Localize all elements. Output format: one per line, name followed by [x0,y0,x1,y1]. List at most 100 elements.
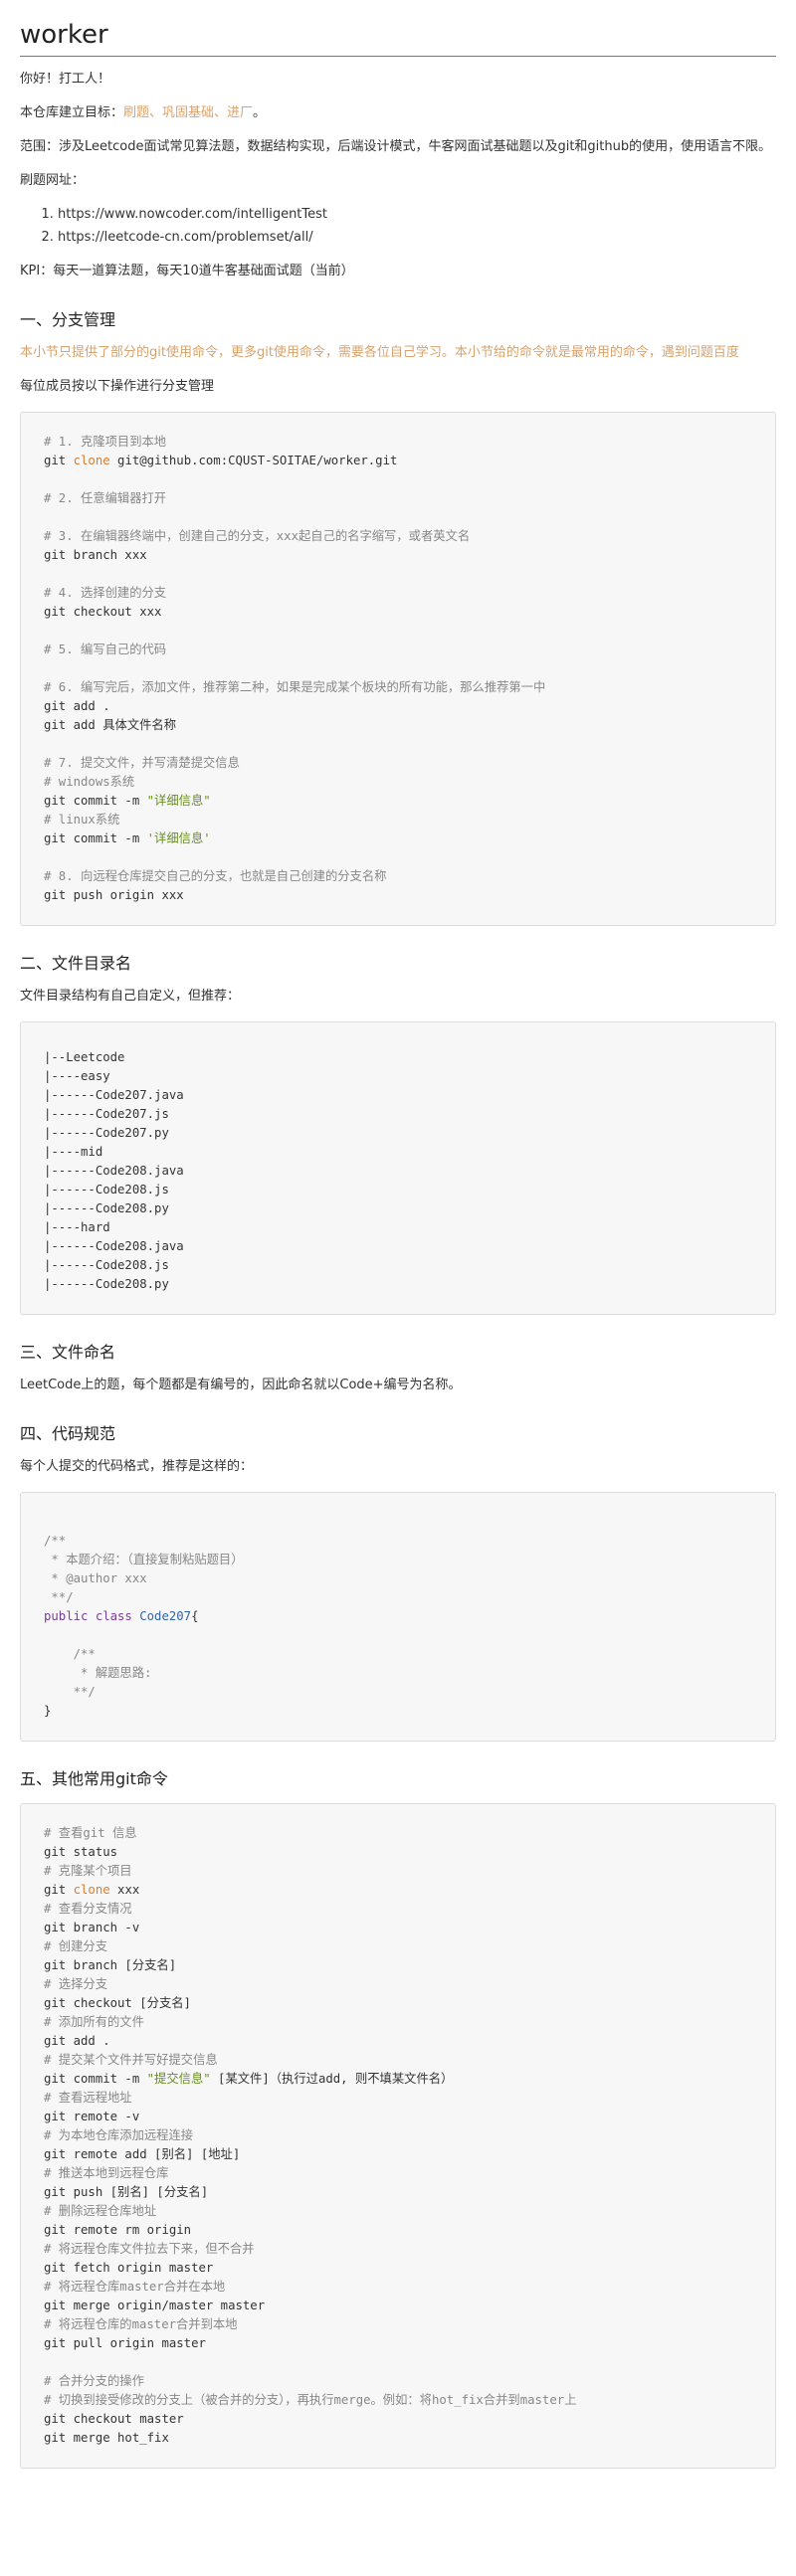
readme-page: worker 你好！打工人！ 本仓库建立目标：刷题、巩固基础、进厂。 范围：涉及… [0,0,796,2469]
code-token: |------Code208.py [44,1277,169,1291]
code-block-git-commands: # 查看git 信息 git status # 克隆某个项目 git clone xx… [20,1803,776,2469]
code-line: # 7. 提交文件，并写清楚提交信息 [44,754,752,773]
code-line: git checkout [分支名] [44,1994,752,2013]
code-token: git pull origin master [44,2336,206,2350]
code-token: # 8. 向远程仓库提交自己的分支，也就是自己创建的分支名称 [44,869,387,883]
code-line: git commit -m "详细信息" [44,792,752,811]
section4-heading: 四、代码规范 [20,1424,116,1443]
code-token: git checkout [分支名] [44,1996,191,2010]
code-token: # 克隆某个项目 [44,1864,132,1878]
code-line: git add 具体文件名称 [44,716,752,735]
code-line: git commit -m "提交信息" [某文件]（执行过add, 则不填某文… [44,2070,752,2089]
code-line: git push [别名] [分支名] [44,2183,752,2202]
code-token: git merge origin/master master [44,2299,266,2312]
code-line: git clone xxx [44,1881,752,1900]
code-token: { [191,1609,199,1623]
code-line: |------Code208.py [44,1199,752,1218]
code-line: git remote rm origin [44,2221,752,2240]
code-block-directory: |--Leetcode |----easy |------Code207.java |… [20,1021,776,1315]
code-line: } [44,1702,752,1721]
code-token: # 查看分支情况 [44,1902,132,1916]
section2-intro: 文件目录结构有自己自定义，但推荐： [20,989,241,1004]
code-line: # 合并分支的操作 [44,2372,752,2391]
code-token: /** [44,1647,96,1661]
code-line: * @author xxx [44,1569,752,1588]
goal-suffix: 。 [253,105,267,120]
code-token: "详细信息" [146,794,211,808]
code-line: # 查看远程地址 [44,2089,752,2108]
code-token: # 合并分支的操作 [44,2374,144,2388]
code-token: git add 具体文件名称 [44,718,177,732]
code-line: **/ [44,1588,752,1607]
code-line: git checkout master [44,2410,752,2429]
code-token: git remote add [别名] [地址] [44,2147,241,2161]
code-token: # 4. 选择创建的分支 [44,586,167,600]
code-token: |------Code208.py [44,1201,169,1215]
code-line: git branch xxx [44,546,752,565]
code-token: |------Code208.js [44,1258,169,1272]
code-line: # 为本地仓库添加远程连接 [44,2126,752,2145]
goal-prefix: 本仓库建立目标： [20,105,124,120]
code-token: git branch -v [44,1921,140,1934]
code-line: # 4. 选择创建的分支 [44,584,752,603]
code-token: clone [73,1883,110,1897]
code-token: xxx [109,1883,140,1897]
section2-heading: 二、文件目录名 [20,954,132,973]
code-token: git branch [分支名] [44,1958,177,1972]
code-line: |------Code208.js [44,1256,752,1275]
goal-text: 本仓库建立目标：刷题、巩固基础、进厂。 [20,102,776,124]
code-token: |------Code207.java [44,1088,184,1102]
code-token: # 将远程仓库文件拉去下来，但不合并 [44,2242,255,2256]
code-token: [某文件]（执行过add, 则不填某文件名） [210,2072,454,2086]
code-token: # 提交某个文件并写好提交信息 [44,2053,218,2067]
code-token: git add . [44,699,110,713]
code-token: # 选择分支 [44,1977,107,1991]
code-token: # 切换到接受修改的分支上（被合并的分支），再执行merge。例如：将hot_f… [44,2393,577,2407]
code-line: # 5. 编写自己的代码 [44,641,752,659]
code-line: * 本题介绍：（直接复制粘贴题目） [44,1551,752,1569]
code-token: |--Leetcode [44,1050,125,1064]
code-line: |------Code208.java [44,1162,752,1181]
code-token: '详细信息' [146,831,211,845]
code-token: git@github.com:CQUST-SOITAE/worker.git [109,454,398,467]
code-token: # 为本地仓库添加远程连接 [44,2128,194,2142]
code-token: # 推送本地到远程仓库 [44,2166,169,2180]
code-token: # 创建分支 [44,1939,107,1953]
code-token: # 查看git 信息 [44,1826,137,1840]
code-token: git remote rm origin [44,2223,192,2237]
code-line: git remote -v [44,2108,752,2126]
code-line: |------Code207.js [44,1105,752,1124]
code-line: |------Code208.js [44,1181,752,1199]
code-token: git commit -m [44,831,147,845]
code-line: # 将远程仓库文件拉去下来，但不合并 [44,2240,752,2259]
code-line: # 推送本地到远程仓库 [44,2164,752,2183]
code-line: # 创建分支 [44,1937,752,1956]
site-link[interactable]: https://leetcode-cn.com/problemset/all/ [58,227,776,249]
code-token: public class [44,1609,140,1623]
scope-text: 范围：涉及Leetcode面试常见算法题，数据结构实现，后端设计模式，牛客网面试… [20,139,772,154]
code-token: # 删除远程仓库地址 [44,2204,157,2218]
code-block-style: /** * 本题介绍：（直接复制粘贴题目） * @author xxx **/ p… [20,1492,776,1742]
sites-list: https://www.nowcoder.com/intelligentTest… [20,204,776,249]
code-line: |----hard [44,1218,752,1237]
code-token: git push [别名] [分支名] [44,2185,209,2199]
site-link[interactable]: https://www.nowcoder.com/intelligentTest [58,204,776,226]
greeting-text: 你好！打工人！ [20,72,111,87]
code-line: # 切换到接受修改的分支上（被合并的分支），再执行merge。例如：将hot_f… [44,2391,752,2410]
code-line: git fetch origin master [44,2259,752,2278]
code-line: # 3. 在编辑器终端中，创建自己的分支，xxx起自己的名字缩写，或者英文名 [44,527,752,546]
goal-highlight: 刷题、巩固基础、进厂 [123,105,254,120]
code-line: git checkout xxx [44,603,752,622]
code-line: git merge hot_fix [44,2429,752,2448]
code-token: * 解题思路: [44,1666,152,1680]
code-line: # 克隆某个项目 [44,1862,752,1881]
page-title: worker [20,20,776,57]
code-token: # 6. 编写完后，添加文件，推荐第二种，如果是完成某个板块的所有功能，那么推荐… [44,680,546,694]
